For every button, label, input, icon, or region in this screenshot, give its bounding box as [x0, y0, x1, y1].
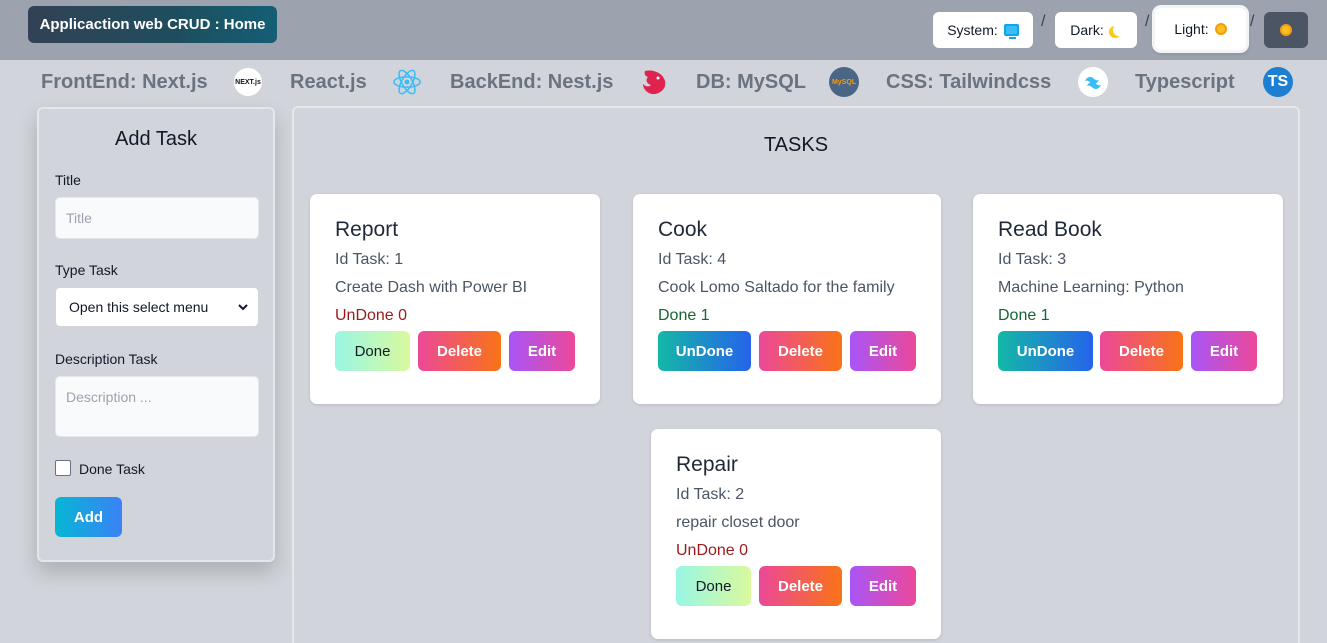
- tech-label-mysql: DB: MySQL: [696, 70, 806, 93]
- tech-label-react: React.js: [290, 70, 367, 93]
- task-card: Read Book Id Task: 3 Machine Learning: P…: [973, 194, 1283, 404]
- top-header: Applicaction web CRUD : Home System: / D…: [0, 0, 1327, 60]
- delete-button[interactable]: Delete: [759, 331, 842, 371]
- tech-label-nestjs: BackEnd: Nest.js: [450, 70, 614, 93]
- edit-button[interactable]: Edit: [850, 331, 916, 371]
- edit-button[interactable]: Edit: [850, 566, 916, 606]
- tech-label-nextjs: FrontEnd: Next.js: [41, 70, 208, 93]
- theme-light-button[interactable]: Light:: [1155, 8, 1246, 50]
- task-description: Cook Lomo Saltado for the family: [658, 279, 895, 296]
- task-id: Id Task: 2: [676, 486, 745, 503]
- type-task-selected: Open this select menu: [69, 299, 209, 315]
- theme-dark-label: Dark:: [1070, 22, 1104, 38]
- tech-label-tailwind: CSS: Tailwindcss: [886, 70, 1052, 93]
- delete-button[interactable]: Delete: [418, 331, 501, 371]
- task-title: Report: [335, 218, 399, 241]
- tasks-panel: TASKS Report Id Task: 1 Create Dash with…: [292, 106, 1300, 643]
- theme-separator: /: [1250, 13, 1255, 30]
- done-task-checkbox[interactable]: [55, 460, 71, 476]
- theme-separator: /: [1145, 13, 1150, 30]
- task-status: Done 1: [998, 307, 1050, 324]
- task-status: Done 1: [658, 307, 710, 324]
- chevron-down-icon: [238, 303, 248, 310]
- description-textarea[interactable]: Description ...: [55, 376, 259, 437]
- type-task-label: Type Task: [55, 262, 118, 278]
- theme-separator: /: [1041, 13, 1046, 30]
- description-label: Description Task: [55, 351, 158, 367]
- description-placeholder: Description ...: [66, 389, 152, 405]
- theme-system-label: System:: [947, 22, 998, 38]
- theme-light-label: Light:: [1174, 21, 1209, 37]
- task-card: Report Id Task: 1 Create Dash with Power…: [310, 194, 600, 404]
- theme-dark-button[interactable]: Dark:: [1055, 12, 1137, 48]
- mysql-icon: MySQL: [829, 67, 859, 97]
- add-task-heading: Add Task: [115, 128, 197, 150]
- moon-icon: [1113, 24, 1125, 36]
- sun-icon: [1214, 23, 1227, 35]
- task-card: Repair Id Task: 2 repair closet door UnD…: [651, 429, 941, 639]
- edit-button[interactable]: Edit: [1191, 331, 1257, 371]
- done-button[interactable]: Done: [676, 566, 751, 606]
- typescript-icon: TS: [1263, 67, 1293, 97]
- react-icon: [392, 67, 422, 97]
- app-title-button[interactable]: Applicaction web CRUD : Home: [28, 6, 277, 43]
- done-task-label: Done Task: [79, 461, 145, 477]
- monitor-icon: [1003, 24, 1019, 39]
- task-title: Read Book: [998, 218, 1102, 241]
- delete-button[interactable]: Delete: [1100, 331, 1183, 371]
- done-button[interactable]: Done: [335, 331, 410, 371]
- sun-icon: [1280, 24, 1292, 36]
- task-id: Id Task: 3: [998, 251, 1067, 268]
- task-title: Cook: [658, 218, 708, 241]
- undone-button[interactable]: UnDone: [658, 331, 751, 371]
- add-task-form: Add Task Title Title Type Task Open this…: [37, 107, 275, 562]
- title-placeholder: Title: [66, 210, 92, 226]
- delete-button[interactable]: Delete: [759, 566, 842, 606]
- task-description: Machine Learning: Python: [998, 279, 1184, 296]
- task-id: Id Task: 1: [335, 251, 404, 268]
- undone-button[interactable]: UnDone: [998, 331, 1093, 371]
- title-label: Title: [55, 172, 81, 188]
- task-status: UnDone 0: [335, 307, 408, 324]
- nextjs-icon: NEXT.js: [233, 67, 263, 97]
- edit-button[interactable]: Edit: [509, 331, 575, 371]
- title-input[interactable]: Title: [55, 197, 259, 239]
- task-status: UnDone 0: [676, 542, 749, 559]
- task-id: Id Task: 4: [658, 251, 727, 268]
- type-task-select[interactable]: Open this select menu: [55, 287, 259, 327]
- theme-system-button[interactable]: System:: [933, 12, 1033, 48]
- tech-label-typescript: Typescript: [1135, 70, 1235, 93]
- nestjs-icon: [639, 67, 669, 97]
- theme-current-button[interactable]: [1264, 12, 1308, 48]
- task-description: Create Dash with Power BI: [335, 279, 528, 296]
- add-task-button[interactable]: Add: [55, 497, 122, 537]
- task-card: Cook Id Task: 4 Cook Lomo Saltado for th…: [633, 194, 941, 404]
- tasks-heading: TASKS: [763, 134, 829, 156]
- task-title: Repair: [676, 453, 738, 476]
- task-description: repair closet door: [676, 514, 800, 531]
- tailwind-icon: [1078, 67, 1108, 97]
